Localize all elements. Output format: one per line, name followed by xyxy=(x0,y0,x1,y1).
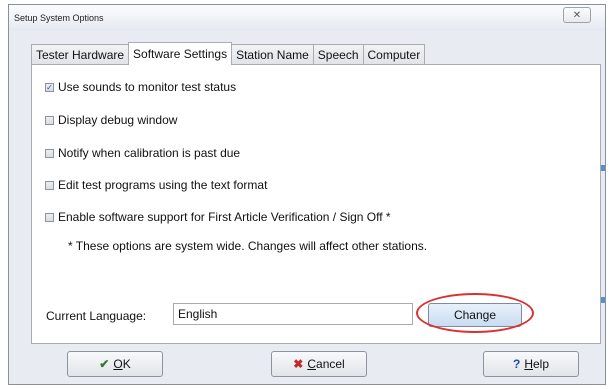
check-icon: ✔ xyxy=(99,357,110,371)
tab-label: Tester Hardware xyxy=(36,48,125,62)
checkbox-notify-calibration[interactable] xyxy=(45,148,54,158)
window-title: Setup System Options xyxy=(14,13,104,23)
option-notify-calibration[interactable]: Notify when calibration is past due xyxy=(45,145,240,161)
edge-marker xyxy=(601,297,605,303)
cancel-button[interactable]: ✖ Cancel xyxy=(271,351,367,377)
tab-label: Station Name xyxy=(236,48,309,62)
cancel-rest: ancel xyxy=(316,357,345,371)
option-label: Notify when calibration is past due xyxy=(58,146,241,160)
cancel-accel: C xyxy=(307,357,317,371)
ok-rest: K xyxy=(122,357,131,371)
option-label: Use sounds to monitor test status xyxy=(58,80,237,94)
help-rest: elp xyxy=(533,357,550,371)
help-accel: H xyxy=(524,357,533,371)
tab-speech[interactable]: Speech xyxy=(312,44,364,65)
question-icon: ? xyxy=(512,357,521,371)
close-icon: ✕ xyxy=(572,9,582,21)
option-label: Edit test programs using the text format xyxy=(58,178,268,192)
ok-button[interactable]: ✔ OK xyxy=(67,351,163,377)
edge-marker xyxy=(601,165,605,171)
setup-system-options-dialog: Setup System Options ✕ Tester Hardware S… xyxy=(8,4,606,385)
option-first-article[interactable]: Enable software support for First Articl… xyxy=(45,209,391,225)
tab-strip: Tester Hardware Software Settings Statio… xyxy=(31,42,426,65)
option-display-debug[interactable]: Display debug window xyxy=(45,112,177,128)
tab-station-name[interactable]: Station Name xyxy=(231,44,314,65)
system-wide-note: * These options are system wide. Changes… xyxy=(68,239,428,253)
option-use-sounds[interactable]: ✓ Use sounds to monitor test status xyxy=(45,79,236,95)
change-language-button[interactable]: Change xyxy=(428,303,522,327)
checkbox-display-debug[interactable] xyxy=(45,115,54,125)
current-language-field[interactable]: English xyxy=(173,303,413,325)
x-icon: ✖ xyxy=(293,357,304,371)
checkbox-use-sounds[interactable]: ✓ xyxy=(45,82,54,92)
tab-label: Computer xyxy=(367,48,421,62)
current-language-label: Current Language: xyxy=(46,309,147,323)
help-button[interactable]: ? Help xyxy=(483,351,579,377)
close-button[interactable]: ✕ xyxy=(563,7,591,23)
title-bar: Setup System Options ✕ xyxy=(9,5,605,31)
tab-label: Software Settings xyxy=(133,47,228,61)
option-label: Enable software support for First Articl… xyxy=(58,210,391,224)
software-settings-panel: ✓ Use sounds to monitor test status Disp… xyxy=(31,64,601,344)
checkbox-edit-text-format[interactable] xyxy=(45,180,54,190)
tab-software-settings[interactable]: Software Settings xyxy=(128,42,233,65)
checkbox-first-article[interactable] xyxy=(45,212,54,222)
ok-accel: O xyxy=(113,357,123,371)
tab-tester-hardware[interactable]: Tester Hardware xyxy=(31,44,130,65)
tab-label: Speech xyxy=(317,48,359,62)
option-label: Display debug window xyxy=(58,113,178,127)
option-edit-text-format[interactable]: Edit test programs using the text format xyxy=(45,177,267,193)
tab-computer[interactable]: Computer xyxy=(362,44,426,65)
